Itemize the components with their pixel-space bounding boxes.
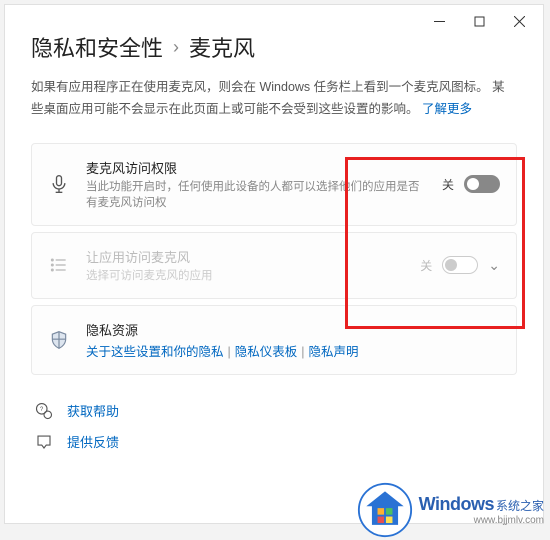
svg-text:?: ? — [40, 407, 44, 413]
app-access-card[interactable]: 让应用访问麦克风 选择可访问麦克风的应用 关 ⌄ — [31, 232, 517, 299]
close-button[interactable] — [499, 7, 539, 35]
mic-access-toggle[interactable] — [464, 175, 500, 193]
mic-access-card: 麦克风访问权限 当此功能开启时，任何使用此设备的人都可以选择他们的应用是否有麦克… — [31, 143, 517, 226]
app-access-state: 关 — [420, 257, 432, 274]
house-logo-icon — [357, 482, 413, 538]
mic-access-state: 关 — [442, 176, 454, 193]
page-title: 麦克风 — [189, 31, 255, 63]
shield-icon — [48, 330, 70, 350]
chevron-right-icon: › — [173, 37, 179, 58]
get-help-link[interactable]: ? 获取帮助 — [31, 395, 517, 426]
mic-access-subtitle: 当此功能开启时，任何使用此设备的人都可以选择他们的应用是否有麦克风访问权 — [86, 179, 426, 211]
privacy-resources-title: 隐私资源 — [86, 320, 500, 339]
microphone-icon — [48, 174, 70, 194]
privacy-link-dashboard[interactable]: 隐私仪表板 — [235, 345, 298, 359]
app-access-subtitle: 选择可访问麦克风的应用 — [86, 268, 404, 284]
app-access-toggle[interactable] — [442, 256, 478, 274]
maximize-button[interactable] — [459, 7, 499, 35]
app-access-title: 让应用访问麦克风 — [86, 247, 404, 266]
chevron-down-icon[interactable]: ⌄ — [488, 257, 500, 274]
privacy-resources-card: 隐私资源 关于这些设置和你的隐私|隐私仪表板|隐私声明 — [31, 305, 517, 375]
give-feedback-link[interactable]: 提供反馈 — [31, 426, 517, 457]
mic-access-title: 麦克风访问权限 — [86, 158, 426, 177]
watermark: Windows 系统之家 www.bjjmlv.com — [357, 482, 544, 538]
breadcrumb: 隐私和安全性 › 麦克风 — [31, 31, 517, 63]
breadcrumb-parent[interactable]: 隐私和安全性 — [31, 31, 163, 63]
page-description: 如果有应用程序正在使用麦克风，则会在 Windows 任务栏上看到一个麦克风图标… — [31, 77, 517, 121]
minimize-button[interactable] — [419, 7, 459, 35]
learn-more-link[interactable]: 了解更多 — [422, 102, 472, 116]
privacy-link-about[interactable]: 关于这些设置和你的隐私 — [86, 345, 224, 359]
privacy-link-statement[interactable]: 隐私声明 — [309, 345, 359, 359]
list-icon — [48, 255, 70, 275]
